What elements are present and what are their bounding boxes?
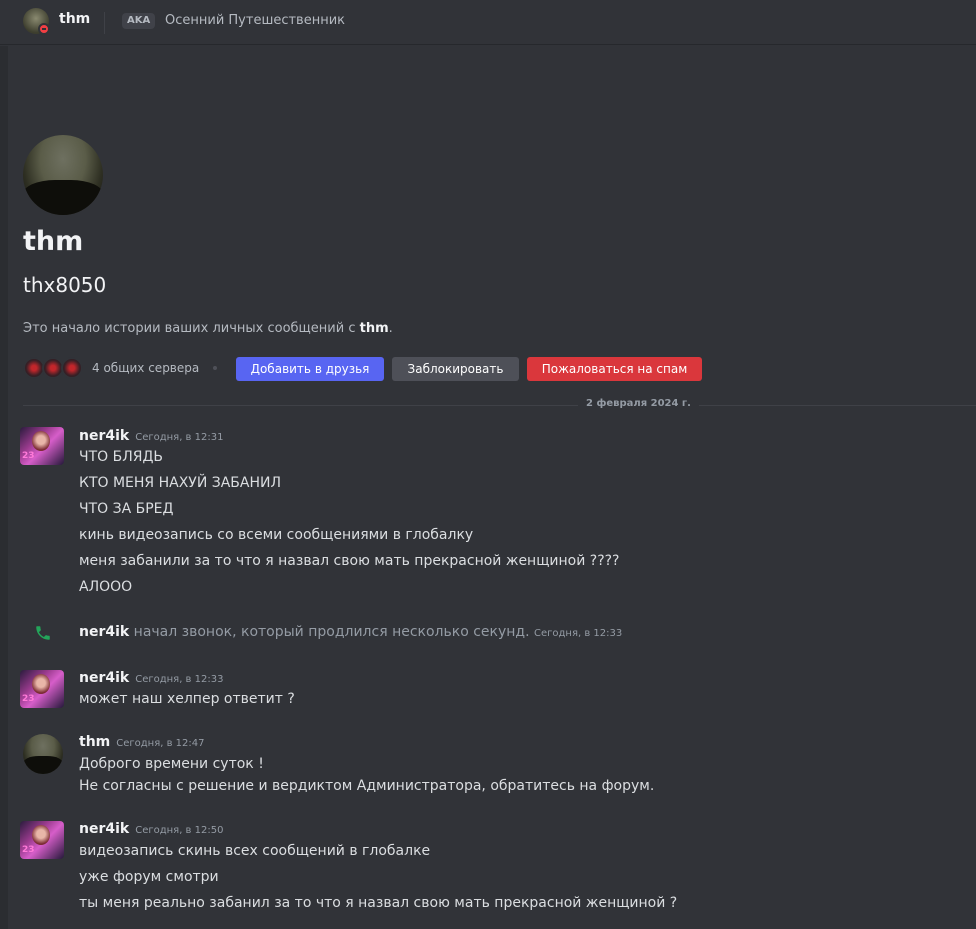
- date-divider-label: 2 февраля 2024 г.: [578, 398, 699, 409]
- profile-name: thm: [23, 226, 84, 257]
- channel-title[interactable]: thm: [59, 11, 90, 27]
- message-text: меня забанили за то что я назвал свою ма…: [79, 553, 620, 569]
- avatar[interactable]: [23, 734, 63, 774]
- intro-text: Это начало истории ваших личных сообщени…: [23, 321, 393, 336]
- message-text: видеозапись скинь всех сообщений в глоба…: [79, 843, 431, 859]
- profile-username: thx8050: [23, 273, 107, 297]
- message-text: может наш хелпер ответит ?: [79, 691, 295, 707]
- add-friend-button[interactable]: Добавить в друзья: [236, 357, 384, 381]
- server-icon[interactable]: [61, 357, 83, 379]
- top-bar: thm AKA Осенний Путешественник: [0, 0, 976, 45]
- message-author[interactable]: ner4ik Сегодня, в 12:50: [79, 821, 223, 837]
- message-timestamp: Сегодня, в 12:31: [135, 432, 224, 443]
- message-text: АЛООО: [79, 579, 133, 595]
- intro-suffix: .: [388, 321, 393, 336]
- mutual-servers-label[interactable]: 4 общих сервера: [92, 361, 199, 375]
- message-text: Доброго времени суток !: [79, 756, 264, 772]
- message-author[interactable]: ner4ik Сегодня, в 12:33: [79, 670, 223, 686]
- divider: [104, 12, 105, 34]
- block-button[interactable]: Заблокировать: [392, 357, 519, 381]
- avatar[interactable]: [20, 670, 64, 708]
- separator-dot: [213, 366, 218, 370]
- do-not-disturb-icon: [38, 23, 50, 35]
- intro-prefix: Это начало истории ваших личных сообщени…: [23, 321, 360, 336]
- author-name[interactable]: thm: [79, 734, 110, 750]
- author-name[interactable]: ner4ik: [79, 821, 129, 837]
- scroll-edge: [0, 46, 8, 929]
- profile-avatar[interactable]: [23, 135, 103, 215]
- phone-icon: [36, 626, 50, 640]
- avatar[interactable]: [20, 427, 64, 465]
- message-author[interactable]: thm Сегодня, в 12:47: [79, 734, 204, 750]
- intro-name: thm: [359, 321, 389, 336]
- report-spam-button[interactable]: Пожаловаться на спам: [527, 357, 702, 381]
- message-text: ЧТО БЛЯДЬ: [79, 449, 164, 465]
- message-timestamp: Сегодня, в 12:47: [116, 738, 205, 749]
- message-timestamp: Сегодня, в 12:50: [135, 825, 224, 836]
- avatar[interactable]: [20, 821, 64, 859]
- message-text: Не согласны с решение и вердиктом Админи…: [79, 778, 655, 794]
- message-text: КТО МЕНЯ НАХУЙ ЗАБАНИЛ: [79, 475, 282, 491]
- call-text: начал звонок, который продлился нескольк…: [129, 624, 535, 640]
- message-timestamp: Сегодня, в 12:33: [135, 674, 224, 685]
- message-text: ЧТО ЗА БРЕД: [79, 501, 174, 517]
- date-divider: [23, 405, 976, 406]
- author-name[interactable]: ner4ik: [79, 670, 129, 686]
- message-text: ты меня реально забанил за то что я назв…: [79, 895, 678, 911]
- message-text: кинь видеозапись со всеми сообщениями в …: [79, 527, 474, 543]
- author-name[interactable]: ner4ik: [79, 624, 129, 640]
- message-text: уже форум смотри: [79, 869, 219, 885]
- author-name[interactable]: ner4ik: [79, 428, 129, 444]
- message-timestamp: Сегодня, в 12:33: [534, 628, 623, 639]
- message-author[interactable]: ner4ik Сегодня, в 12:31: [79, 428, 223, 444]
- call-event: ner4ik начал звонок, который продлился н…: [79, 624, 622, 640]
- aka-badge: AKA: [122, 13, 156, 29]
- aka-name: Осенний Путешественник: [165, 13, 346, 28]
- mutual-servers[interactable]: 4 общих сервера: [23, 357, 218, 379]
